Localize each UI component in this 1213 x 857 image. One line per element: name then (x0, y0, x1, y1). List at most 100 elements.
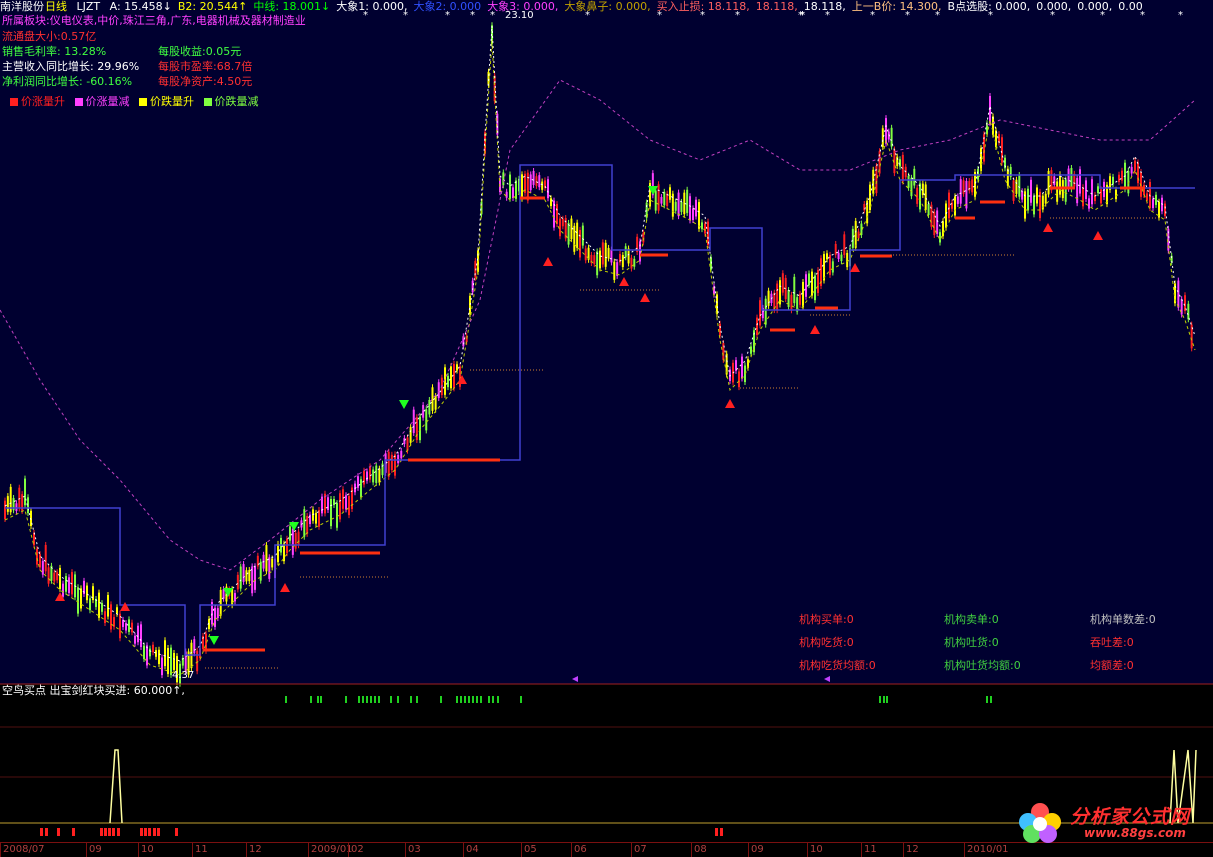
candle-body (173, 653, 175, 670)
signal-block (45, 828, 48, 836)
candle-body (315, 512, 317, 524)
candle-body (1112, 176, 1114, 185)
candle-body (348, 496, 350, 516)
inst-sell: 机构卖单:0 (944, 613, 999, 626)
legend-label: 价跌量减 (214, 95, 259, 108)
candle-body (327, 497, 329, 510)
candle-body (654, 190, 657, 211)
candle-body (532, 170, 535, 185)
candle-body (110, 604, 112, 630)
candle-body (633, 258, 636, 267)
candle-body (487, 71, 490, 85)
candle-body (907, 175, 910, 188)
signal-tick (488, 696, 490, 703)
candle-body (846, 253, 849, 268)
candle-body (318, 509, 320, 527)
signal-tick (410, 696, 412, 703)
candle-body (294, 532, 297, 549)
date-tick: 11 (192, 843, 208, 857)
candle-body (397, 454, 400, 464)
candle-body (561, 218, 564, 227)
candle-body (814, 275, 816, 301)
candle-body (674, 201, 677, 211)
legend-label: 价涨量升 (21, 95, 65, 108)
signal-block (72, 828, 75, 836)
candle-body (387, 451, 390, 477)
candle-body (297, 531, 300, 546)
buy-triangle-icon (120, 602, 130, 611)
candle-body (829, 254, 831, 275)
candle-body (698, 202, 700, 229)
candle-body (265, 545, 268, 572)
candle-body (610, 249, 613, 263)
ma-line (4, 39, 1196, 676)
header-item: 大象2: 0.000 (413, 0, 482, 13)
header-item: B2: 20.544↑ (177, 0, 248, 13)
candle-body (948, 192, 950, 219)
candle-body (291, 528, 294, 555)
candle-body (68, 577, 70, 593)
header-item: 中线: 18.001↓ (253, 0, 331, 13)
inst-eat: 机构吃货:0 (799, 636, 854, 649)
signal-tick (285, 696, 287, 703)
candle-body (450, 366, 452, 389)
date-tick: 2009/01 (308, 843, 353, 857)
candle-body (535, 176, 538, 186)
signal-tick (370, 696, 372, 703)
candle-body (342, 489, 344, 509)
candle-body (624, 246, 627, 258)
candle-body (456, 364, 458, 371)
signal-block (57, 828, 60, 836)
candle-body (47, 567, 50, 584)
profit-label: 净利润同比增长: (2, 75, 83, 88)
float-label: 流通盘大小: (2, 30, 61, 43)
candle-body (369, 466, 371, 480)
signal-tick (520, 696, 522, 703)
candle-body (394, 454, 396, 476)
candle-body (695, 199, 697, 217)
date-tick: 2008/07 (0, 843, 45, 857)
signal-block (144, 828, 147, 836)
candle-body (41, 560, 44, 575)
candle-body (790, 294, 793, 311)
candle-body (236, 574, 239, 590)
candle-body (604, 242, 607, 267)
candle-body (15, 503, 18, 511)
date-tick: 09 (86, 843, 102, 857)
candle-body (375, 465, 378, 483)
flower-logo-icon (1019, 803, 1061, 843)
candle-body (271, 558, 274, 568)
signal-block (148, 828, 151, 836)
candle-body (453, 363, 455, 389)
legend-label: 价涨量减 (85, 95, 130, 108)
candle-body (131, 622, 133, 633)
candle-body (378, 468, 381, 483)
header-item: 买入止损: 18.118, (656, 0, 750, 13)
signal-block (40, 828, 43, 836)
candle-body (1177, 280, 1180, 308)
candle-body (992, 116, 994, 135)
candle-body (581, 225, 584, 246)
candle-body (576, 222, 579, 248)
candle-body (98, 592, 100, 618)
candle-body (689, 196, 691, 221)
signal-block (720, 828, 723, 836)
signal-tick (883, 696, 885, 703)
signal-spike (109, 749, 123, 824)
signal-tick (879, 696, 881, 703)
legend-swatch-yellow (139, 98, 147, 106)
rev-label: 主营收入同比增长: (2, 60, 94, 73)
candle-body (505, 191, 508, 198)
candle-body (502, 172, 505, 186)
candle-body (24, 478, 26, 506)
signal-tick (378, 696, 380, 703)
date-tick: 03 (405, 843, 421, 857)
header-item: 0.000, (1036, 0, 1072, 13)
candle-body (219, 589, 222, 616)
period-label[interactable]: 日线 (45, 0, 67, 13)
header-item: B点选股: 0.000, (947, 0, 1031, 13)
candle-body (1012, 180, 1015, 201)
nav-info: 每股净资产:4.50元 (158, 75, 252, 89)
buy-triangle-icon (1093, 231, 1103, 240)
candle-body (134, 635, 136, 644)
